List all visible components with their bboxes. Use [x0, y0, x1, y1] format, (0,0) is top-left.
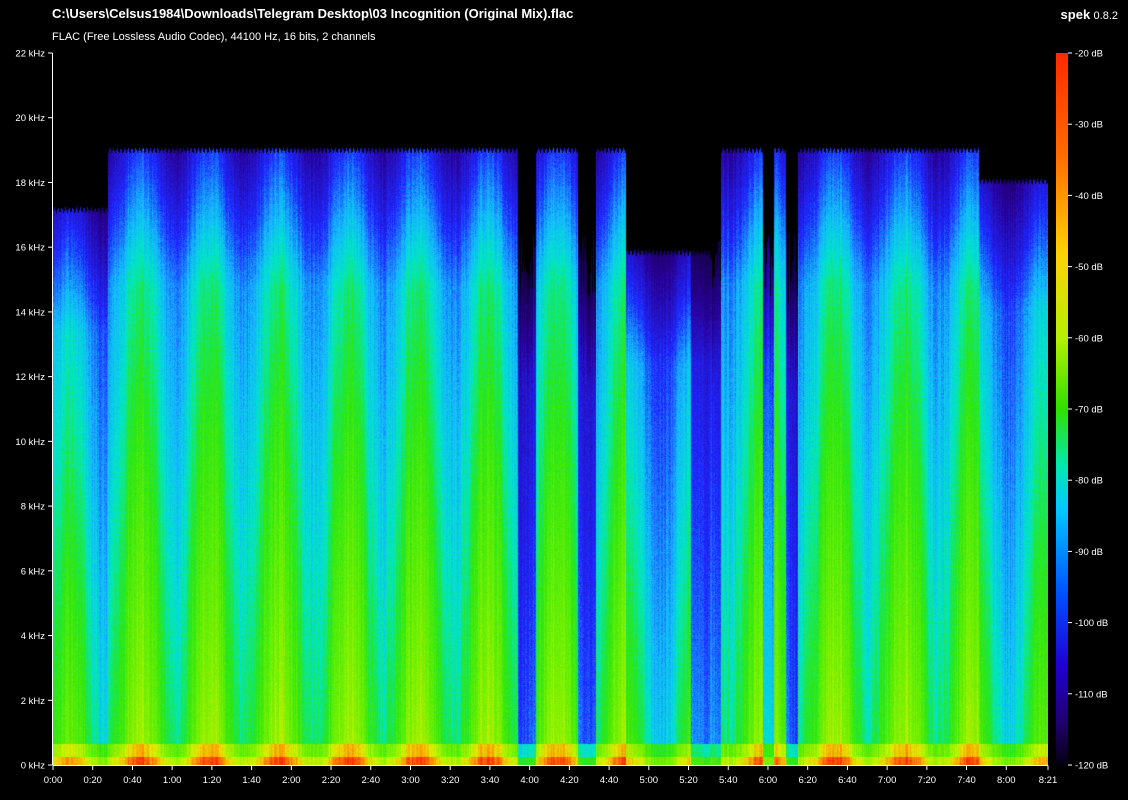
- frequency-tick-label: 12 kHz: [15, 372, 45, 383]
- time-tick-label: 1:20: [203, 775, 222, 786]
- db-tick-label: -80 dB: [1075, 476, 1103, 487]
- time-tick-label: 8:21: [1039, 775, 1058, 786]
- time-tick-label: 6:40: [838, 775, 857, 786]
- app-brand: spek 0.8.2: [1061, 7, 1118, 22]
- db-colorbar: [1056, 53, 1068, 765]
- time-tick-label: 3:00: [401, 775, 420, 786]
- time-tick-label: 2:40: [362, 775, 381, 786]
- db-tick-label: -60 dB: [1075, 333, 1103, 344]
- time-tick-label: 6:20: [798, 775, 817, 786]
- frequency-tick-label: 8 kHz: [21, 502, 46, 513]
- db-tick-label: -50 dB: [1075, 262, 1103, 273]
- time-tick-label: 3:20: [441, 775, 460, 786]
- time-tick-label: 4:20: [560, 775, 579, 786]
- frequency-tick-label: 4 kHz: [21, 631, 46, 642]
- time-tick-label: 3:40: [481, 775, 500, 786]
- time-tick-label: 7:00: [878, 775, 897, 786]
- time-tick-label: 2:20: [322, 775, 341, 786]
- time-tick-label: 1:40: [242, 775, 261, 786]
- time-tick-label: 0:20: [83, 775, 102, 786]
- db-tick-label: -110 dB: [1075, 689, 1108, 700]
- time-tick-label: 0:00: [44, 775, 63, 786]
- time-tick-label: 8:00: [997, 775, 1016, 786]
- frequency-tick-label: 18 kHz: [15, 178, 45, 189]
- time-tick-label: 1:00: [163, 775, 182, 786]
- file-path-title: C:\Users\Celsus1984\Downloads\Telegram D…: [52, 6, 574, 21]
- frequency-tick-label: 20 kHz: [15, 113, 45, 124]
- time-tick-label: 5:40: [719, 775, 738, 786]
- db-tick-label: -100 dB: [1075, 618, 1108, 629]
- db-tick-label: -120 dB: [1075, 761, 1108, 772]
- time-tick-label: 0:40: [123, 775, 142, 786]
- frequency-tick-label: 2 kHz: [21, 696, 46, 707]
- app-version: 0.8.2: [1093, 10, 1118, 22]
- time-tick-label: 7:20: [918, 775, 937, 786]
- time-tick-label: 6:00: [759, 775, 778, 786]
- time-tick-label: 5:00: [640, 775, 659, 786]
- frequency-tick-label: 6 kHz: [21, 566, 46, 577]
- app-name: spek: [1060, 7, 1091, 22]
- db-tick-label: -40 dB: [1075, 191, 1103, 202]
- db-tick-label: -20 dB: [1075, 49, 1103, 60]
- time-tick-label: 4:00: [520, 775, 539, 786]
- frequency-tick-label: 0 kHz: [21, 761, 46, 772]
- time-tick-label: 4:40: [600, 775, 619, 786]
- db-tick-label: -70 dB: [1075, 405, 1103, 416]
- frequency-tick-label: 10 kHz: [15, 437, 45, 448]
- time-tick-label: 7:40: [957, 775, 976, 786]
- frequency-tick-label: 16 kHz: [15, 243, 45, 254]
- frequency-tick-label: 22 kHz: [15, 49, 45, 60]
- db-tick-label: -30 dB: [1075, 120, 1103, 131]
- time-tick-label: 5:20: [679, 775, 698, 786]
- db-tick-label: -90 dB: [1075, 547, 1103, 558]
- frequency-tick-label: 14 kHz: [15, 307, 45, 318]
- spectrogram-canvas: [53, 53, 1048, 765]
- audio-info: FLAC (Free Lossless Audio Codec), 44100 …: [52, 31, 376, 43]
- time-tick-label: 2:00: [282, 775, 301, 786]
